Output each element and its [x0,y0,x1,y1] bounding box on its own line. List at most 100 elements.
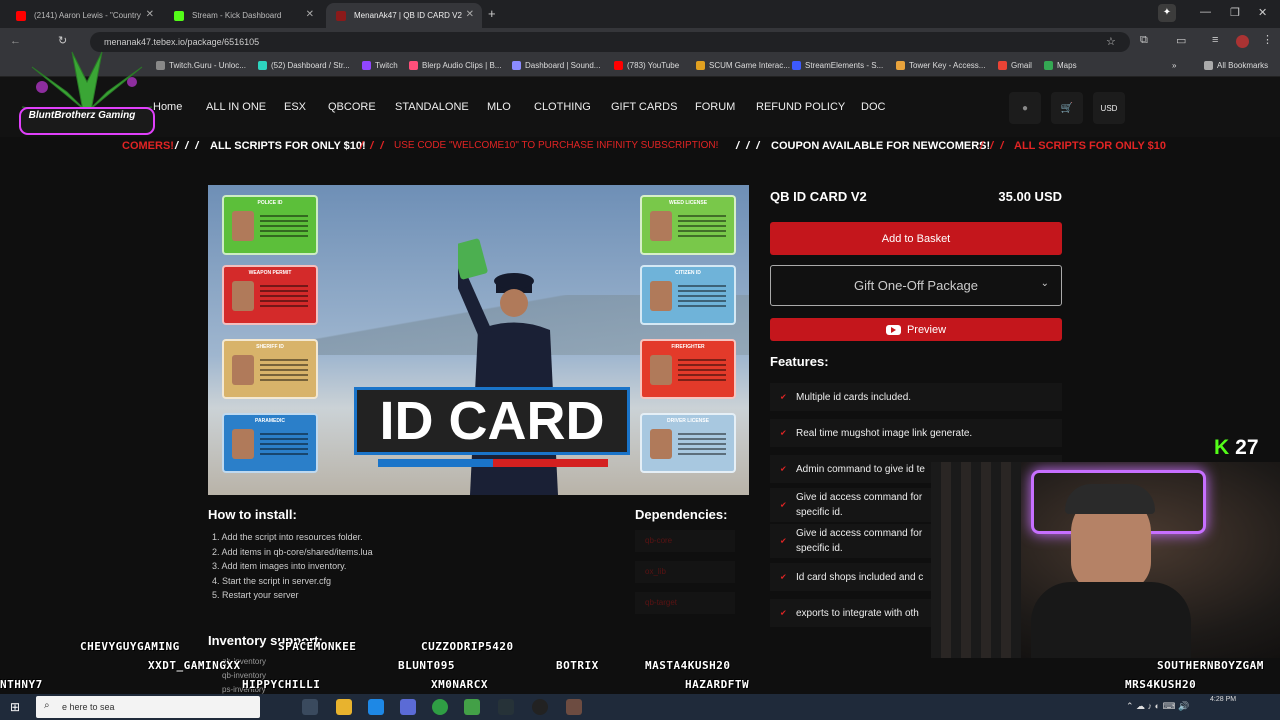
nav-forum[interactable]: FORUM [695,101,735,113]
preview-button[interactable]: Preview [770,318,1062,341]
more-bookmarks-icon[interactable]: » [1172,61,1176,70]
close-tab-icon[interactable]: ✕ [306,9,314,20]
foam-panels [931,462,1021,658]
check-icon: ✔ [780,428,787,438]
nav-qbcore[interactable]: QBCORE [328,101,376,113]
dependency-link[interactable]: qb-core [635,530,735,552]
nav-all-in-one[interactable]: ALL IN ONE [206,101,266,113]
kebab-menu-icon[interactable]: ⋮ [1262,33,1273,46]
bookmark-dashboard[interactable]: (52) Dashboard / Str... [258,61,350,70]
dependency-link[interactable]: ox_lib [635,561,735,583]
app-icon[interactable] [400,699,416,715]
install-step: 5. Restart your server [212,590,299,600]
id-card-banner: ID CARD [354,387,630,455]
tab-tebex[interactable]: MenanAk47 | QB ID CARD V2 ✕ [326,3,482,28]
app-icon[interactable] [566,699,582,715]
ticker-text-5: ALL SCRIPTS FOR ONLY $10 [1014,140,1167,152]
obs-icon[interactable] [532,699,548,715]
tab-strip: (2141) Aaron Lewis - "Country ✕ Stream -… [0,0,1280,28]
taskbar-search-input[interactable]: ⌕ e here to sea [36,696,260,718]
cast-icon[interactable]: ▭ [1176,34,1186,47]
restore-icon[interactable]: ❐ [1230,6,1240,19]
nav-clothing[interactable]: CLOTHING [534,101,591,113]
bookmark-gmail[interactable]: Gmail [998,61,1032,70]
close-window-icon[interactable]: ✕ [1258,6,1267,19]
nav-mlo[interactable]: MLO [487,101,511,113]
tray-icons[interactable]: ⌃ ☁ ♪ ◐ ⌨ 🔊 [1126,701,1189,712]
streamelements-icon [792,61,801,70]
id-card-police: POLICE ID [222,195,318,255]
id-card-paramedic: PARAMEDIC [222,413,318,473]
bookmark-towerkey[interactable]: Tower Key - Access... [896,61,985,70]
nav-esx[interactable]: ESX [284,101,306,113]
check-icon: ✔ [780,536,787,546]
bookmark-streamelements[interactable]: StreamElements - S... [792,61,883,70]
viewer-name: MRS4KUSH20 [1125,678,1197,691]
add-to-basket-button[interactable]: Add to Basket [770,222,1062,255]
all-bookmarks[interactable]: All Bookmarks [1204,61,1268,70]
new-tab-button[interactable]: + [488,6,496,21]
mail-icon[interactable] [368,699,384,715]
chrome-icon[interactable] [432,699,448,715]
minimize-icon[interactable]: — [1200,6,1211,18]
dependencies-heading: Dependencies: [635,507,728,522]
streamer-cap [1065,484,1155,514]
nav-standalone[interactable]: STANDALONE [395,101,469,113]
feature-item: ✔ Real time mugshot image link generate. [770,419,1062,447]
windows-taskbar: ⊞ ⌕ e here to sea ⌃ ☁ ♪ ◐ ⌨ 🔊 4:28 PM [0,694,1280,720]
id-card-citizen: CITIZEN ID [640,265,736,325]
product-price: 35.00 USD [998,189,1062,204]
account-button[interactable]: ● [1009,92,1041,124]
viewer-name: SOUTHERNBOYZGAM [1157,659,1264,672]
viewer-name: MASTA4KUSH20 [645,659,731,672]
check-icon: ✔ [780,572,787,582]
store-nav: Home ALL IN ONE ESX QBCORE STANDALONE ML… [0,77,1280,137]
check-icon: ✔ [780,500,787,510]
nav-gift-cards[interactable]: GIFT CARDS [611,101,677,113]
id-card-sheriff: SHERIFF ID [222,339,318,399]
profile-avatar[interactable] [1236,35,1249,48]
chevron-down-icon: ⌄ [1040,278,1049,289]
bookmark-blerp[interactable]: Blerp Audio Clips | B... [409,61,501,70]
nav-doc[interactable]: DOC [861,101,885,113]
maps-icon [1044,61,1053,70]
install-step: 3. Add item images into inventory. [212,561,347,571]
viewer-name: NTHNY7 [0,678,43,691]
install-step: 4. Start the script in server.cfg [212,575,332,586]
folder-icon [1204,61,1213,70]
app-icon[interactable] [498,699,514,715]
towerkey-icon [896,61,905,70]
app-icon[interactable] [464,699,480,715]
dependency-link[interactable]: qb-target [635,592,735,614]
viewer-name: XXDT_GAMINGXX [148,659,241,672]
bookmark-twitchguru[interactable]: Twitch.Guru - Unloc... [156,61,246,70]
tab-kick[interactable]: Stream - Kick Dashboard ✕ [164,3,322,28]
bookmark-youtube[interactable]: (783) YouTube [614,61,679,70]
basket-button[interactable]: 🛒 [1051,92,1083,124]
clock[interactable]: 4:28 PM [1210,696,1236,703]
webcam-overlay [931,462,1280,658]
url-field[interactable]: menanak47.tebex.io/package/6516105 [90,32,1130,52]
start-icon[interactable]: ⊞ [10,700,20,714]
gemini-icon[interactable]: ✦ [1158,4,1176,22]
currency-button[interactable]: USD [1093,92,1125,124]
bookmark-star-icon[interactable]: ☆ [1106,35,1116,48]
file-explorer-icon[interactable] [336,699,352,715]
close-tab-icon[interactable]: ✕ [466,9,474,20]
viewer-name: HIPPYCHILLI [242,678,321,691]
menu-lines-icon[interactable]: ≡ [1212,34,1218,46]
install-steps: 1. Add the script into resources folder.… [212,530,373,603]
extensions-icon[interactable]: ⧉ [1140,34,1148,47]
kick-icon [174,10,184,21]
id-card-firefighter: FIREFIGHTER [640,339,736,399]
nav-refund-policy[interactable]: REFUND POLICY [756,101,845,113]
bookmark-scum[interactable]: SCUM Game Interac... [696,61,790,70]
bookmark-maps[interactable]: Maps [1044,61,1077,70]
ticker-text-2: ALL SCRIPTS FOR ONLY $10! [210,140,366,152]
bookmark-twitch[interactable]: Twitch [362,61,398,70]
gift-package-dropdown[interactable]: Gift One-Off Package ⌄ [770,265,1062,306]
bookmark-soundalerts[interactable]: Dashboard | Sound... [512,61,600,70]
taskview-icon[interactable] [302,699,318,715]
soundalerts-icon [512,61,521,70]
ticker-text-3: USE CODE "WELCOME10" TO PURCHASE INFINIT… [394,140,719,151]
